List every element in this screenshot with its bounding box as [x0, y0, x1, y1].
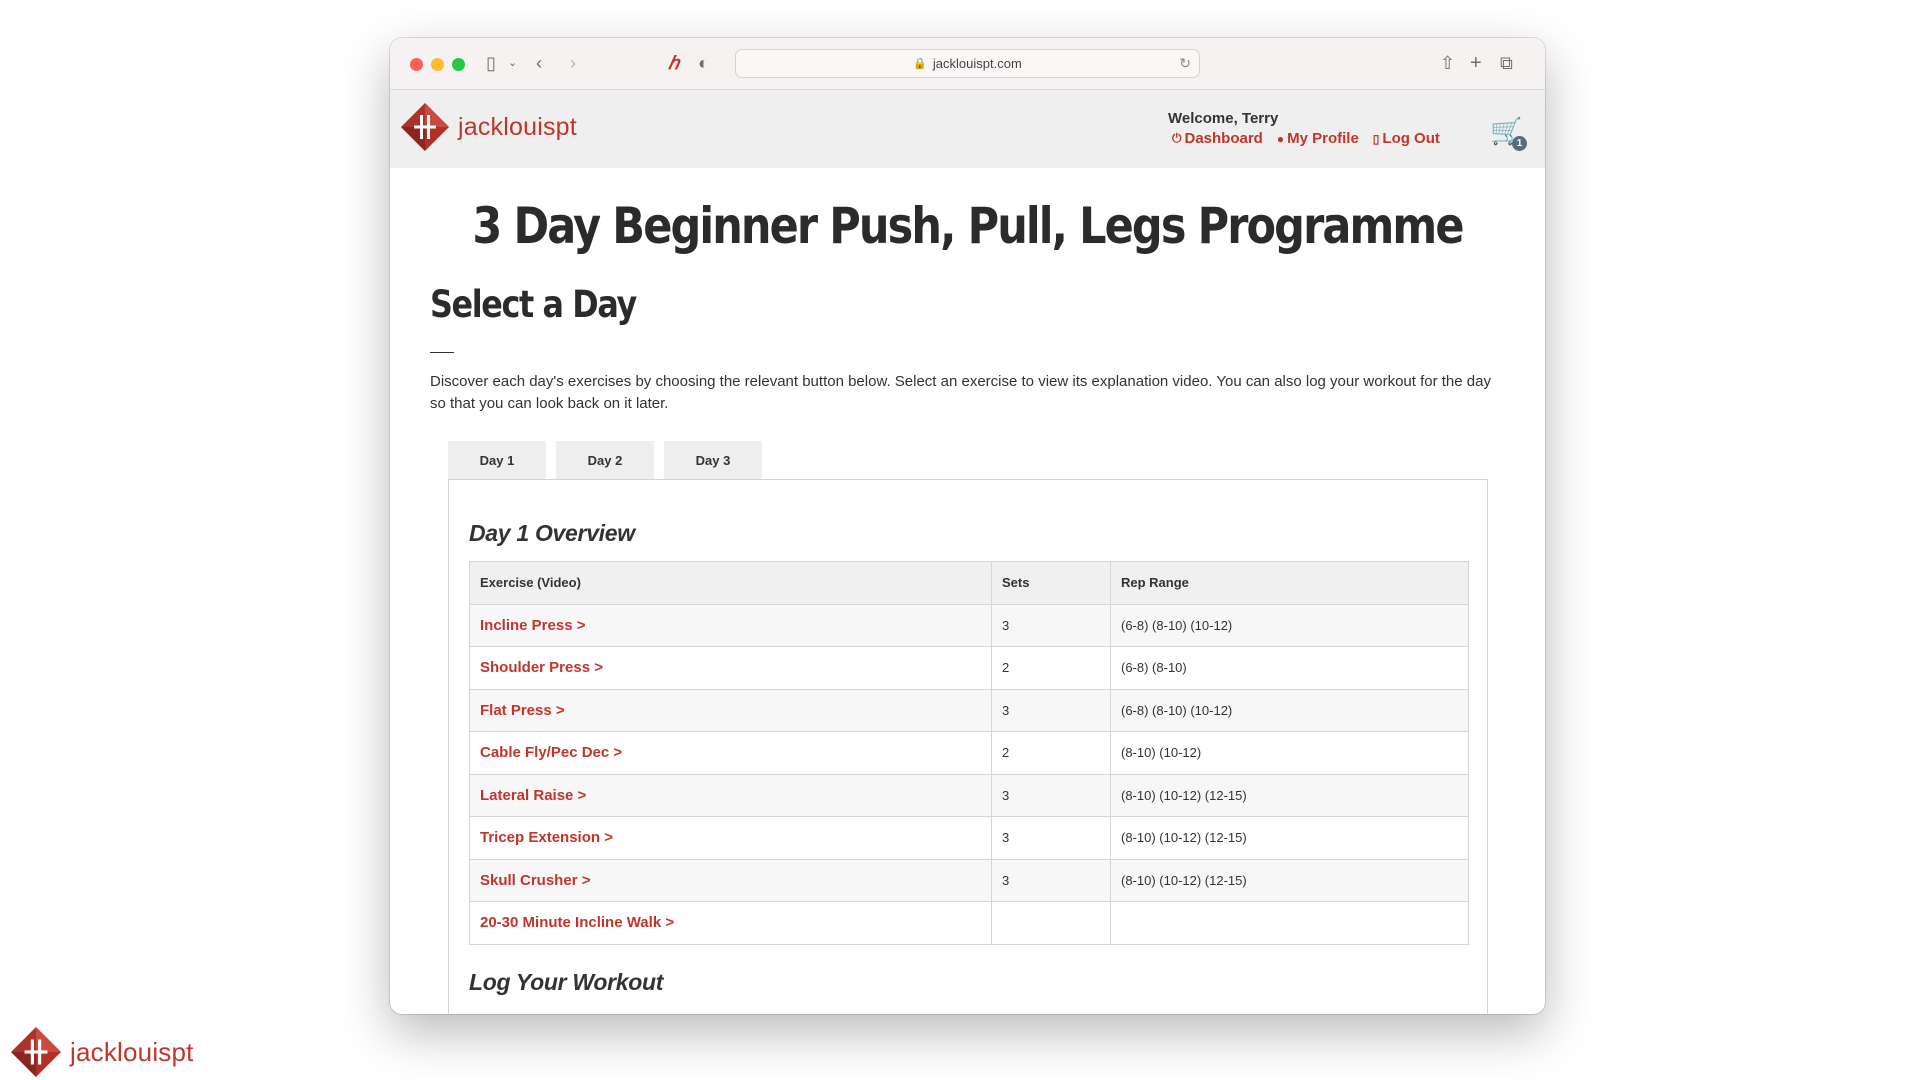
- tabs-overview-icon[interactable]: ⧉: [1500, 52, 1513, 74]
- door-icon: ▯: [1372, 131, 1380, 146]
- exercise-video-link[interactable]: Lateral Raise >: [480, 787, 586, 804]
- sets-cell: 3: [991, 816, 1111, 860]
- my-profile-label: My Profile: [1287, 130, 1359, 147]
- sets-cell: 3: [991, 858, 1111, 902]
- table-row: Incline Press > 3 (6-8) (8-10) (10-12): [469, 603, 1469, 647]
- exercise-video-link[interactable]: Shoulder Press >: [480, 659, 603, 676]
- reps-cell: (6-8) (8-10): [1110, 646, 1469, 690]
- table-row: Lateral Raise > 3 (8-10) (10-12) (12-15): [469, 773, 1469, 817]
- reps-cell: [1110, 901, 1469, 945]
- tab-day-1[interactable]: Day 1: [448, 441, 546, 479]
- reps-cell: (6-8) (8-10) (10-12): [1110, 688, 1469, 732]
- shield-icon[interactable]: ◐: [698, 52, 709, 74]
- reps-cell: (8-10) (10-12) (12-15): [1110, 816, 1469, 860]
- logo-mark-icon: [11, 1027, 61, 1077]
- log-out-link[interactable]: ▯ Log Out: [1373, 130, 1440, 147]
- panel-title: Day 1 Overview: [469, 520, 635, 546]
- minimize-window-button[interactable]: [431, 58, 444, 71]
- sets-cell: 3: [991, 603, 1111, 647]
- share-icon[interactable]: ⇧: [1440, 52, 1455, 74]
- page-title: 3 Day Beginner Push, Pull, Legs Programm…: [472, 197, 1464, 255]
- exercise-cell: Incline Press >: [469, 603, 992, 647]
- day-tabs: Day 1 Day 2 Day 3: [448, 441, 1545, 479]
- extension-h-icon[interactable]: ℎ: [668, 52, 679, 74]
- header-exercise: Exercise (Video): [469, 561, 992, 605]
- tab-day-3[interactable]: Day 3: [664, 441, 762, 479]
- address-bar[interactable]: 🔒 jacklouispt.com ↻: [735, 49, 1200, 78]
- table-row: Flat Press > 3 (6-8) (8-10) (10-12): [469, 688, 1469, 732]
- day-1-panel: Day 1 Overview Exercise (Video) Sets Rep…: [448, 479, 1488, 1014]
- exercise-cell: 20-30 Minute Incline Walk >: [469, 901, 992, 945]
- sets-cell: 3: [991, 773, 1111, 817]
- address-url: jacklouispt.com: [932, 56, 1022, 71]
- exercise-video-link[interactable]: Skull Crusher >: [480, 872, 590, 889]
- exercise-cell: Shoulder Press >: [469, 646, 992, 690]
- watermark-text: jacklouispt: [70, 1036, 194, 1067]
- exercise-video-link[interactable]: Incline Press >: [480, 617, 585, 634]
- exercise-video-link[interactable]: Cable Fly/Pec Dec >: [480, 744, 622, 761]
- close-window-button[interactable]: [410, 58, 423, 71]
- browser-window: ▯ ⌄ ‹ › ℎ ◐ 🔒 jacklouispt.com ↻ ⇧ + ⧉ ja…: [390, 38, 1545, 1014]
- table-row: 20-30 Minute Incline Walk >: [469, 901, 1469, 945]
- cart-count-badge: 1: [1512, 136, 1527, 151]
- welcome-message: Welcome, Terry: [1168, 110, 1279, 127]
- exercise-video-link[interactable]: 20-30 Minute Incline Walk >: [480, 914, 674, 931]
- sets-cell: [991, 901, 1111, 945]
- reps-cell: (8-10) (10-12) (12-15): [1110, 858, 1469, 902]
- user-nav: ⏻ Dashboard ● My Profile ▯ Log Out: [1172, 130, 1440, 147]
- exercise-table: Exercise (Video) Sets Rep Range Incline …: [469, 561, 1469, 945]
- sets-cell: 2: [991, 731, 1111, 775]
- exercise-cell: Lateral Raise >: [469, 773, 992, 817]
- power-icon: ⏻: [1172, 131, 1182, 145]
- reps-cell: (8-10) (10-12) (12-15): [1110, 773, 1469, 817]
- sets-cell: 2: [991, 646, 1111, 690]
- profile-icon: ●: [1276, 131, 1285, 146]
- reps-cell: (6-8) (8-10) (10-12): [1110, 603, 1469, 647]
- my-profile-link[interactable]: ● My Profile: [1277, 130, 1359, 147]
- header-rep-range: Rep Range: [1110, 561, 1469, 605]
- sets-cell: 3: [991, 688, 1111, 732]
- forward-icon[interactable]: ›: [570, 52, 576, 74]
- dashboard-label: Dashboard: [1184, 130, 1263, 147]
- dashboard-link[interactable]: ⏻ Dashboard: [1172, 130, 1263, 147]
- site-header: jacklouispt Welcome, Terry ⏻ Dashboard ● M…: [390, 90, 1545, 168]
- header-sets: Sets: [991, 561, 1111, 605]
- table-row: Skull Crusher > 3 (8-10) (10-12) (12-15): [469, 858, 1469, 902]
- exercise-cell: Flat Press >: [469, 688, 992, 732]
- exercise-video-link[interactable]: Flat Press >: [480, 702, 565, 719]
- log-out-label: Log Out: [1382, 130, 1440, 147]
- exercise-video-link[interactable]: Tricep Extension >: [480, 829, 613, 846]
- site-logo[interactable]: jacklouispt: [400, 102, 577, 152]
- watermark-logo: jacklouispt: [10, 1026, 194, 1078]
- browser-toolbar: ▯ ⌄ ‹ › ℎ ◐ 🔒 jacklouispt.com ↻ ⇧ + ⧉: [390, 38, 1545, 90]
- reload-icon[interactable]: ↻: [1179, 55, 1191, 72]
- section-title: Select a Day: [430, 283, 637, 326]
- logo-mark-icon: [401, 103, 449, 151]
- intro-text: Discover each day's exercises by choosin…: [430, 373, 1491, 412]
- exercise-cell: Cable Fly/Pec Dec >: [469, 731, 992, 775]
- title-divider: [430, 352, 454, 353]
- back-icon[interactable]: ‹: [536, 52, 542, 74]
- reps-cell: (8-10) (10-12): [1110, 731, 1469, 775]
- lock-icon: 🔒: [913, 58, 927, 70]
- table-row: Tricep Extension > 3 (8-10) (10-12) (12-…: [469, 816, 1469, 860]
- exercise-cell: Skull Crusher >: [469, 858, 992, 902]
- window-controls: [410, 58, 465, 71]
- logo-text: jacklouispt: [458, 112, 577, 141]
- page-content: 3 Day Beginner Push, Pull, Legs Programm…: [390, 169, 1545, 1014]
- tab-day-2[interactable]: Day 2: [556, 441, 654, 479]
- exercise-cell: Tricep Extension >: [469, 816, 992, 860]
- table-row: Shoulder Press > 2 (6-8) (8-10): [469, 646, 1469, 690]
- zoom-window-button[interactable]: [452, 58, 465, 71]
- new-tab-icon[interactable]: +: [1470, 52, 1482, 74]
- log-workout-title: Log Your Workout: [469, 968, 664, 995]
- table-header-row: Exercise (Video) Sets Rep Range: [469, 561, 1469, 605]
- chevron-down-icon[interactable]: ⌄: [508, 52, 517, 74]
- table-row: Cable Fly/Pec Dec > 2 (8-10) (10-12): [469, 731, 1469, 775]
- sidebar-icon[interactable]: ▯: [486, 52, 496, 74]
